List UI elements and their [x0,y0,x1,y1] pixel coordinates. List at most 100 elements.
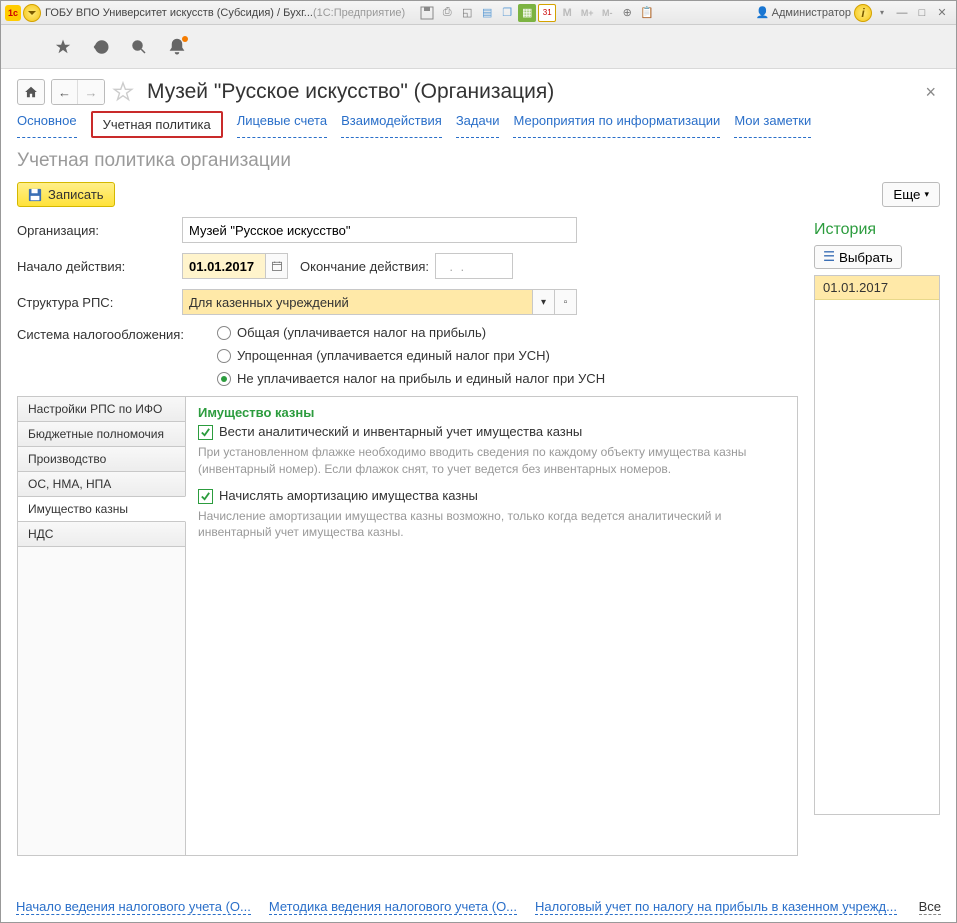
history-select-label: Выбрать [839,250,893,265]
app-menu-dropdown[interactable] [23,4,41,22]
window-title-b: (1С:Предприятие) [313,7,405,19]
user-label: Администратор [772,7,851,19]
minimize-icon[interactable]: — [893,4,911,22]
checkbox-amortization[interactable]: Начислять амортизацию имущества казны [198,488,785,504]
star-icon[interactable] [53,37,73,57]
section-title: Учетная политика организации [1,142,956,182]
window-title-a: ГОБУ ВПО Университет искусств (Субсидия)… [45,7,313,19]
m-plus-icon[interactable]: M+ [578,4,596,22]
history-item[interactable]: 01.01.2017 [815,276,939,300]
apps-grid-icon[interactable] [15,37,35,57]
tax-option-none[interactable]: Не уплачивается налог на прибыль и едины… [217,371,605,386]
save-toolbar-icon[interactable] [418,4,436,22]
m-icon[interactable]: M [558,4,576,22]
start-date-field[interactable] [182,253,288,279]
button-row: Записать Еще ▾ [1,182,956,217]
print-icon[interactable]: ⎙ [438,4,456,22]
page-title: Музей "Русское искусство" (Организация) [147,80,554,104]
info-dropdown-icon[interactable]: ▾ [873,4,891,22]
org-label: Организация: [17,223,182,238]
checkbox-analytical-label: Вести аналитический и инвентарный учет и… [219,424,582,439]
calendar-icon[interactable]: 31 [538,4,556,22]
start-date-label: Начало действия: [17,259,182,274]
radio-icon [217,326,231,340]
side-tab-nds[interactable]: НДС [17,521,185,547]
bell-icon[interactable] [167,37,187,57]
radio-icon [217,349,231,363]
side-tab-treasury-property[interactable]: Имущество казны [17,496,186,522]
combo-dropdown-icon[interactable]: ▾ [532,290,554,314]
tab-tasks[interactable]: Задачи [456,111,500,138]
rps-label: Структура РПС: [17,295,182,310]
history-select-button[interactable]: ☰ Выбрать [814,245,902,269]
rps-combo[interactable]: Для казенных учреждений ▾ ▫ [182,289,577,315]
zoom-icon[interactable]: ⊕ [618,4,636,22]
tax-option-simplified[interactable]: Упрощенная (уплачивается единый налог пр… [217,348,605,363]
bottom-links: Начало ведения налогового учета (О... Ме… [16,899,941,915]
side-tab-os-nma[interactable]: ОС, НМА, НПА [17,471,185,497]
tax-option-none-label: Не уплачивается налог на прибыль и едины… [237,371,605,386]
nav-back-forward: ← → [51,79,105,105]
preview-icon[interactable]: ◱ [458,4,476,22]
page-header: ← → Музей "Русское искусство" (Организац… [1,69,956,111]
home-button[interactable] [17,79,45,105]
history-title: История [814,221,940,239]
tab-main[interactable]: Основное [17,111,77,138]
end-date-input[interactable] [435,253,513,279]
more-button[interactable]: Еще ▾ [882,182,940,207]
calendar-picker-icon[interactable] [265,254,287,278]
history-panel: История ☰ Выбрать 01.01.2017 [814,217,940,856]
org-input[interactable] [182,217,577,243]
tab-my-notes[interactable]: Мои заметки [734,111,811,138]
tab-accounts[interactable]: Лицевые счета [237,111,327,138]
save-button[interactable]: Записать [17,182,115,207]
tab-accounting-policy[interactable]: Учетная политика [91,111,223,138]
tab-it-events[interactable]: Мероприятия по информатизации [513,111,720,138]
link-tax-method[interactable]: Методика ведения налогового учета (О... [269,899,517,915]
copy-icon[interactable]: ❐ [498,4,516,22]
link-all[interactable]: Все [919,899,941,915]
combo-open-icon[interactable]: ▫ [554,290,576,314]
search-icon[interactable] [129,37,149,57]
link-tax-profit[interactable]: Налоговый учет по налогу на прибыль в ка… [535,899,897,915]
history-icon[interactable] [91,37,111,57]
checkbox-amortization-label: Начислять амортизацию имущества казны [219,488,478,503]
link-tax-start[interactable]: Начало ведения налогового учета (О... [16,899,251,915]
page-nav-tabs: Основное Учетная политика Лицевые счета … [1,111,956,142]
maximize-icon[interactable]: □ [913,4,931,22]
save-disk-icon [28,188,42,202]
pane-title: Имущество казны [198,405,785,420]
document-icon[interactable]: ▤ [478,4,496,22]
info-icon[interactable]: i [854,4,872,22]
pane-treasury-property: Имущество казны Вести аналитический и ин… [186,397,797,855]
close-page-icon[interactable]: × [921,82,940,103]
end-date-label: Окончание действия: [300,259,429,274]
rps-combo-value: Для казенных учреждений [183,290,532,314]
side-tab-budget[interactable]: Бюджетные полномочия [17,421,185,447]
nav-forward-button[interactable]: → [78,80,104,104]
m-minus-icon[interactable]: M- [598,4,616,22]
start-date-input[interactable] [183,254,265,278]
history-list[interactable]: 01.01.2017 [814,275,940,815]
chevron-down-icon: ▾ [924,189,929,200]
tax-option-general[interactable]: Общая (уплачивается налог на прибыль) [217,325,605,340]
app-logo-icon: 1c [5,5,21,21]
user-menu[interactable]: 👤 Администратор [753,6,854,19]
calc-icon[interactable]: ▦ [518,4,536,22]
clipboard-icon[interactable]: 📋 [638,4,656,22]
main-toolbar [1,25,956,69]
favorite-star-icon[interactable] [111,80,135,104]
close-window-icon[interactable]: ✕ [933,4,951,22]
side-tab-rps-ifo[interactable]: Настройки РПС по ИФО [17,396,185,422]
checkbox-checked-icon [198,425,213,440]
help-text-2: Начисление амортизации имущества казны в… [198,508,785,542]
settings-panel: Настройки РПС по ИФО Бюджетные полномочи… [17,396,798,856]
checkbox-analytical-accounting[interactable]: Вести аналитический и инвентарный учет и… [198,424,785,440]
more-button-label: Еще [893,187,920,202]
help-text-1: При установленном флажке необходимо ввод… [198,444,785,478]
side-tab-production[interactable]: Производство [17,446,185,472]
nav-back-button[interactable]: ← [52,80,78,104]
tab-interactions[interactable]: Взаимодействия [341,111,442,138]
radio-checked-icon [217,372,231,386]
user-icon: 👤 [756,6,770,19]
